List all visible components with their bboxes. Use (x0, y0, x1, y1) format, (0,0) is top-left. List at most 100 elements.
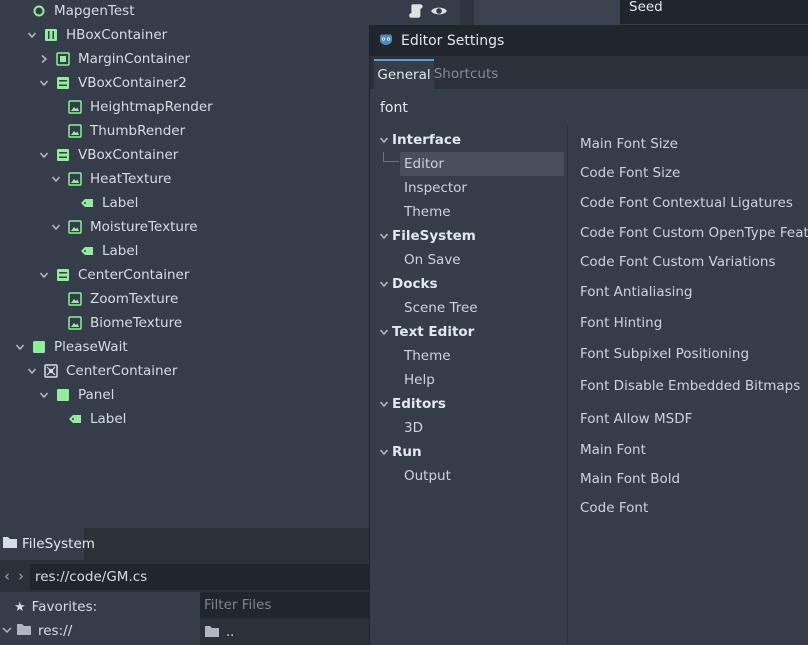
scene-tree-node[interactable]: Panel (38, 384, 114, 406)
scene-tree-node-label: MarginContainer (78, 51, 191, 67)
category-label: Editor (404, 156, 444, 172)
settings-property[interactable]: Font Subpixel Positioning (580, 343, 749, 365)
settings-section[interactable]: FileSystem (378, 224, 476, 248)
chevron-down-icon[interactable] (378, 398, 390, 410)
window-title-bar[interactable]: Editor Settings (370, 25, 808, 56)
parent-dir-row[interactable]: .. (200, 620, 370, 645)
scene-tree-node[interactable]: HeightmapRender (50, 96, 213, 118)
scene-tree-node[interactable]: PleaseWait (14, 336, 128, 358)
scene-tree-node[interactable]: MarginContainer (38, 48, 190, 70)
scene-tree-node-label: Panel (78, 387, 115, 403)
chevron-down-icon[interactable] (26, 365, 38, 377)
script-icon[interactable] (408, 2, 426, 20)
category-label: Docks (392, 276, 438, 292)
settings-search-row (370, 89, 808, 125)
scene-tree-node[interactable]: HBoxContainer (26, 24, 167, 46)
settings-property[interactable]: Font Hinting (580, 312, 662, 334)
chevron-down-icon[interactable] (38, 269, 50, 281)
res-root-row[interactable]: res:// (2, 621, 72, 641)
tab-general[interactable]: General (374, 59, 434, 89)
chevron-down-icon[interactable] (38, 77, 50, 89)
scene-tree-node[interactable]: VBoxContainer (38, 144, 178, 166)
settings-category-item[interactable]: On Save (404, 248, 461, 272)
scene-tree-node-label: MoistureTexture (90, 219, 198, 235)
chevron-down-icon[interactable] (38, 149, 50, 161)
scene-tree-node[interactable]: Label (50, 408, 126, 430)
visibility-eye-icon[interactable] (430, 2, 448, 20)
settings-section[interactable]: Interface (378, 128, 461, 152)
settings-section[interactable]: Docks (378, 272, 438, 296)
category-label: Theme (404, 204, 451, 220)
chevron-down-icon[interactable] (50, 173, 62, 185)
settings-category-item[interactable]: Inspector (404, 176, 467, 200)
settings-category-item[interactable]: Scene Tree (404, 296, 478, 320)
settings-property[interactable]: Code Font Custom Variations (580, 251, 775, 273)
settings-category-item[interactable]: Output (404, 464, 451, 488)
settings-section[interactable]: Text Editor (378, 320, 474, 344)
scene-tree-node[interactable]: BiomeTexture (50, 312, 182, 334)
chevron-down-icon[interactable] (378, 446, 390, 458)
scene-tree-node[interactable]: CenterContainer (38, 264, 189, 286)
category-label: Inspector (404, 180, 467, 196)
scene-tree-node[interactable]: MapgenTest (14, 0, 135, 22)
filter-files-input[interactable]: Filter Files (200, 592, 370, 618)
res-root-label: res:// (38, 623, 73, 639)
settings-section[interactable]: Editors (378, 392, 446, 416)
favorites-row[interactable]: ★ Favorites: (14, 597, 97, 617)
favorites-label: Favorites: (31, 599, 98, 615)
category-label: Output (404, 468, 451, 484)
scene-tree-node[interactable]: ThumbRender (50, 120, 185, 142)
chevron-down-icon[interactable] (14, 341, 26, 353)
settings-property[interactable]: Main Font Bold (580, 468, 680, 490)
settings-property[interactable]: Main Font Size (580, 133, 678, 155)
settings-property[interactable]: Font Allow MSDF (580, 408, 692, 430)
settings-category-item[interactable]: Help (404, 368, 435, 392)
scene-tree-node[interactable]: ZoomTexture (50, 288, 178, 310)
settings-category-item[interactable]: Theme (404, 344, 451, 368)
chevron-down-icon[interactable] (50, 221, 62, 233)
forward-arrow-icon[interactable]: › (14, 567, 28, 585)
settings-category-item[interactable]: Theme (404, 200, 451, 224)
label-icon (68, 412, 82, 426)
scene-tree-node[interactable]: Label (62, 240, 138, 262)
filesystem-path-field[interactable]: res://code/GM.cs (30, 564, 370, 590)
settings-property[interactable]: Code Font (580, 497, 648, 519)
scene-tree-node[interactable]: Label (62, 192, 138, 214)
settings-property[interactable]: Main Font (580, 439, 646, 461)
scene-tree-node[interactable]: VBoxContainer2 (38, 72, 187, 94)
settings-category-item[interactable]: Editor (400, 152, 564, 176)
settings-property[interactable]: Code Font Custom OpenType Features (580, 222, 808, 244)
filesystem-tab[interactable]: FileSystem (0, 528, 95, 560)
folder-icon (204, 624, 220, 642)
scene-tree-node[interactable]: MoistureTexture (50, 216, 198, 238)
chevron-down-icon[interactable] (378, 278, 390, 290)
window-title: Editor Settings (401, 32, 505, 49)
settings-property[interactable]: Code Font Size (580, 162, 680, 184)
tree-connector-line (383, 152, 399, 162)
filesystem-tree: ★ Favorites: res:// (0, 592, 200, 645)
vbox-container-icon (56, 76, 70, 90)
chevron-down-icon[interactable] (38, 389, 50, 401)
chevron-right-icon[interactable] (38, 53, 50, 65)
settings-property[interactable]: Font Disable Embedded Bitmaps (580, 375, 800, 397)
node-circle-icon (32, 4, 46, 18)
chevron-down-icon[interactable] (378, 326, 390, 338)
scene-tree-node[interactable]: CenterContainer (26, 360, 177, 382)
settings-category-item[interactable]: 3D (404, 416, 423, 440)
chevron-down-icon[interactable] (378, 134, 390, 146)
scene-tree-node[interactable]: HeatTexture (50, 168, 171, 190)
chevron-down-icon[interactable] (26, 29, 38, 41)
settings-section[interactable]: Run (378, 440, 422, 464)
tab-shortcuts[interactable]: Shortcuts (434, 59, 499, 89)
back-arrow-icon[interactable]: ‹ (0, 567, 14, 585)
settings-property[interactable]: Font Antialiasing (580, 281, 692, 303)
chevron-down-icon[interactable] (378, 230, 390, 242)
settings-search-input[interactable] (373, 93, 808, 123)
seed-label: Seed (620, 0, 808, 24)
panel-icon (56, 388, 70, 402)
settings-property[interactable]: Code Font Contextual Ligatures (580, 192, 793, 214)
